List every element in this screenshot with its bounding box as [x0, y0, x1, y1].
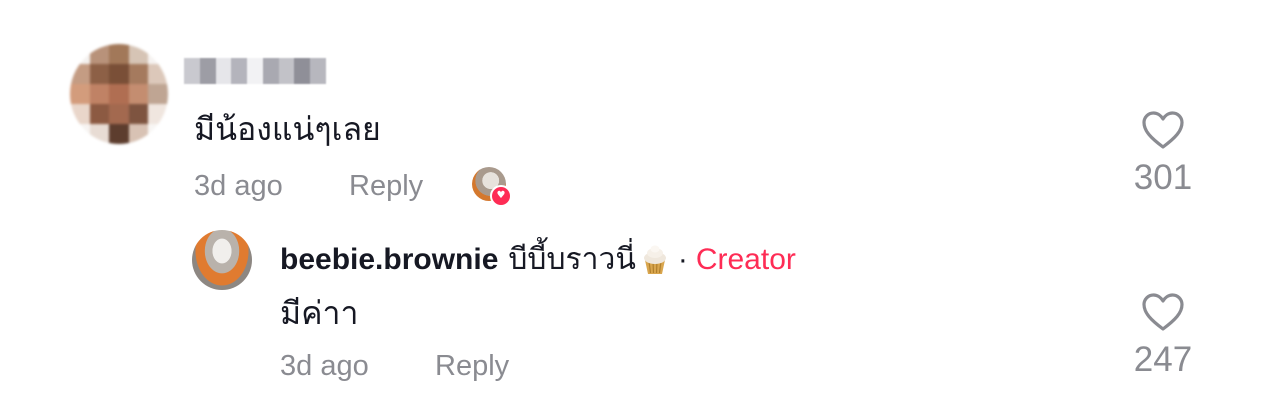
- avatar-pixel: [148, 84, 168, 104]
- reply-header: beebie.brownie บีบี้บราวนี่ · Creator: [280, 236, 796, 283]
- username-pixel: [294, 58, 311, 84]
- commenter-username-redacted[interactable]: [184, 58, 327, 84]
- heart-badge-icon: ♥: [490, 185, 512, 207]
- avatar-pixel: [70, 64, 90, 84]
- heart-outline-icon[interactable]: [1141, 292, 1185, 332]
- like-count: 247: [1133, 340, 1193, 379]
- avatar-pixel: [70, 84, 90, 104]
- avatar-pixel: [128, 44, 149, 64]
- reply-username[interactable]: beebie.brownie: [280, 243, 498, 277]
- avatar[interactable]: [70, 44, 168, 144]
- heart-outline-icon[interactable]: [1141, 110, 1185, 150]
- avatar-pixel: [89, 44, 110, 64]
- reply-text: มีค่าา: [280, 294, 359, 332]
- username-pixel: [199, 58, 216, 84]
- reply-nickname[interactable]: บีบี้บราวนี่: [508, 236, 635, 283]
- avatar-pixel: [89, 64, 110, 84]
- avatar-pixel: [128, 124, 149, 144]
- avatar-pixel: [109, 84, 129, 104]
- username-pixel: [215, 58, 232, 84]
- like-control[interactable]: 247: [1118, 292, 1208, 380]
- like-control[interactable]: 301: [1118, 110, 1208, 198]
- username-pixel: [262, 58, 279, 84]
- avatar-pixel: [89, 84, 110, 104]
- avatar-pixel: [89, 104, 110, 124]
- separator-dot: ·: [677, 242, 688, 276]
- avatar-pixel: [109, 124, 129, 144]
- avatar-pixel: [148, 124, 168, 144]
- username-pixel: [310, 58, 327, 84]
- cupcake-icon: [638, 243, 672, 277]
- creator-badge: Creator: [695, 242, 796, 276]
- avatar-pixel: [70, 104, 90, 124]
- comment-text: มีน้องแน่ๆเลย: [194, 110, 381, 148]
- reply-button[interactable]: Reply: [349, 170, 423, 203]
- avatar-pixel: [128, 104, 149, 124]
- reply-button[interactable]: Reply: [435, 350, 509, 383]
- username-pixel: [278, 58, 295, 84]
- avatar-pixel: [109, 44, 129, 64]
- avatar-pixel: [128, 64, 149, 84]
- username-pixel: [184, 58, 200, 84]
- avatar-pixel: [70, 44, 90, 64]
- reply-avatar[interactable]: [192, 230, 252, 290]
- avatar-pixel: [70, 124, 90, 144]
- avatar-pixel: [89, 124, 110, 144]
- comment-timestamp: 3d ago: [194, 170, 283, 202]
- avatar-pixel: [128, 84, 149, 104]
- avatar-pixel: [109, 104, 129, 124]
- reply-timestamp: 3d ago: [280, 350, 369, 382]
- username-pixel: [247, 58, 263, 84]
- username-pixel: [231, 58, 248, 84]
- avatar-pixel: [148, 64, 168, 84]
- creator-liked-indicator: ♥: [472, 167, 512, 207]
- like-count: 301: [1133, 158, 1193, 197]
- avatar-pixel: [148, 44, 168, 64]
- avatar-pixel: [109, 64, 129, 84]
- avatar-pixel: [148, 104, 168, 124]
